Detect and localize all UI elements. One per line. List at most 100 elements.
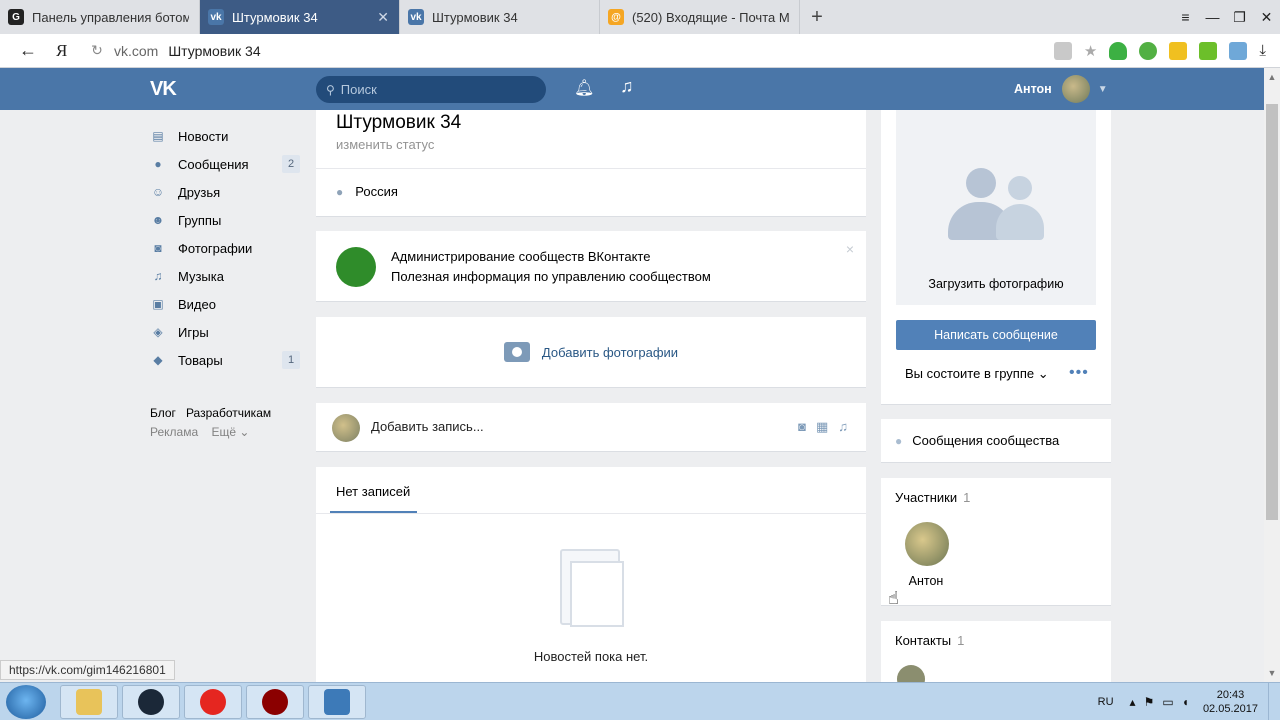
sidebar-item-video[interactable]: ▣ Видео bbox=[150, 290, 300, 318]
more-actions-icon[interactable]: ••• bbox=[1069, 364, 1089, 382]
vk-icon: vk bbox=[208, 9, 224, 25]
taskbar-explorer[interactable] bbox=[60, 685, 118, 719]
user-menu[interactable]: Антон ▼ bbox=[1014, 68, 1108, 110]
contacts-title[interactable]: Контакты 1 bbox=[895, 633, 964, 648]
people-placeholder-body bbox=[996, 204, 1044, 240]
close-tab-icon[interactable]: ✕ bbox=[377, 9, 389, 26]
sidebar-item-music[interactable]: ♫ Музыка bbox=[150, 262, 300, 290]
avatar[interactable] bbox=[905, 522, 949, 566]
volume-icon[interactable]: ◖ bbox=[1182, 695, 1189, 709]
tab-mail[interactable]: @ (520) Входящие - Почта Ма bbox=[600, 0, 800, 34]
restore-icon[interactable]: ❐ bbox=[1226, 9, 1253, 26]
tab-title: (520) Входящие - Почта Ма bbox=[632, 9, 789, 25]
send-message-button[interactable]: Написать сообщение bbox=[896, 320, 1096, 350]
avatar[interactable] bbox=[897, 665, 925, 682]
tab-bot-panel[interactable]: G Панель управления ботом bbox=[0, 0, 200, 34]
add-photos-label: Добавить фотографии bbox=[541, 344, 679, 360]
show-desktop-button[interactable] bbox=[1268, 683, 1280, 720]
add-post-box[interactable]: Добавить запись... ◙ ▦ ♫ bbox=[316, 403, 866, 452]
yandex-logo-icon[interactable]: Я bbox=[56, 41, 80, 61]
developers-link[interactable]: Разработчикам bbox=[186, 406, 271, 420]
upload-photo-link[interactable]: Загрузить фотографию bbox=[896, 277, 1096, 291]
music-note-icon[interactable]: ♫ bbox=[620, 76, 634, 97]
community-admin-icon bbox=[336, 247, 376, 287]
reload-icon[interactable]: ↻ bbox=[80, 42, 114, 59]
taskbar-control-panel[interactable] bbox=[308, 685, 366, 719]
page-scrollbar[interactable]: ▲ ▼ bbox=[1264, 68, 1280, 682]
camera-icon[interactable]: ◙ bbox=[798, 419, 806, 435]
friends-icon: ☺ bbox=[151, 185, 165, 199]
taskbar-recorder[interactable] bbox=[246, 685, 304, 719]
search-icon: ⚲ bbox=[326, 82, 335, 97]
screenshot-extension-icon[interactable] bbox=[1229, 41, 1248, 60]
search-placeholder: Поиск bbox=[340, 82, 377, 97]
sidebar-item-goods[interactable]: ◆ Товары 1 bbox=[150, 346, 300, 374]
people-placeholder-icon bbox=[966, 168, 996, 198]
clock[interactable]: 20:43 02.05.2017 bbox=[1203, 688, 1258, 716]
taskbar-yandex[interactable] bbox=[184, 685, 242, 719]
member-name[interactable]: Антон bbox=[895, 574, 957, 588]
flag-icon[interactable]: ⚑ bbox=[1144, 695, 1155, 709]
group-photo-placeholder[interactable] bbox=[896, 110, 1096, 305]
menu-icon[interactable]: ≡ bbox=[1172, 9, 1199, 25]
system-tray: RU ▴ ⚑ ▭ ◖ 20:43 02.05.2017 bbox=[1098, 683, 1280, 720]
extension-yellow-icon[interactable] bbox=[1169, 41, 1188, 60]
members-title[interactable]: Участники 1 bbox=[895, 490, 970, 505]
scroll-up-icon[interactable]: ▲ bbox=[1264, 72, 1280, 82]
tab-shturmovik-active[interactable]: vk Штурмовик 34 ✕ bbox=[200, 0, 400, 34]
extension-q-icon[interactable] bbox=[1139, 41, 1158, 60]
back-arrow-icon[interactable]: ← bbox=[0, 40, 56, 61]
photos-icon: ◙ bbox=[154, 241, 162, 255]
sidebar-item-groups[interactable]: ☻ Группы bbox=[150, 206, 300, 234]
downloads-icon[interactable]: ⤓ bbox=[1259, 42, 1266, 59]
close-icon[interactable]: × bbox=[846, 241, 854, 257]
ads-link[interactable]: Реклама bbox=[150, 425, 198, 439]
sidebar-item-messages[interactable]: ● Сообщения 2 bbox=[150, 150, 300, 178]
start-button-icon[interactable] bbox=[6, 685, 46, 719]
network-icon[interactable]: ▭ bbox=[1162, 695, 1173, 709]
url-domain[interactable]: vk.com bbox=[114, 43, 158, 59]
add-photos-button[interactable]: Добавить фотографии bbox=[316, 317, 866, 388]
blog-link[interactable]: Блог bbox=[150, 406, 176, 420]
news-icon: ▤ bbox=[152, 129, 164, 143]
minimize-icon[interactable]: — bbox=[1199, 9, 1226, 25]
close-window-icon[interactable]: ✕ bbox=[1253, 9, 1280, 26]
sidebar-item-news[interactable]: ▤ Новости bbox=[150, 122, 300, 150]
tab-shturmovik[interactable]: vk Штурмовик 34 bbox=[400, 0, 600, 34]
post-attachments: ◙ ▦ ♫ bbox=[798, 419, 848, 435]
sidebar-item-photos[interactable]: ◙ Фотографии bbox=[150, 234, 300, 262]
music-note-icon[interactable]: ♫ bbox=[838, 419, 848, 435]
vk-logo-icon[interactable]: VK bbox=[150, 78, 184, 100]
groups-icon: ☻ bbox=[151, 213, 165, 227]
language-indicator[interactable]: RU bbox=[1098, 696, 1114, 708]
sidebar-item-games[interactable]: ◈ Игры bbox=[150, 318, 300, 346]
tray-expand-icon[interactable]: ▴ bbox=[1130, 695, 1136, 709]
location-pin-icon: ● bbox=[336, 184, 344, 199]
bookmark-star-icon[interactable]: ★ bbox=[1084, 42, 1097, 60]
tab-no-posts[interactable]: Нет записей bbox=[336, 484, 410, 499]
search-input[interactable]: ⚲ Поиск bbox=[316, 76, 546, 103]
more-link[interactable]: Ещё bbox=[211, 425, 236, 439]
tab-title: Штурмовик 34 bbox=[432, 9, 518, 25]
shield-extension-icon[interactable] bbox=[1109, 41, 1128, 60]
add-post-input[interactable]: Добавить запись... bbox=[371, 419, 484, 434]
change-status-link[interactable]: изменить статус bbox=[336, 137, 434, 152]
scrollbar-thumb[interactable] bbox=[1266, 104, 1278, 520]
scroll-down-icon[interactable]: ▼ bbox=[1264, 668, 1280, 678]
lock-icon[interactable] bbox=[1053, 41, 1072, 60]
new-tab-button[interactable]: + bbox=[800, 0, 834, 34]
download-extension-icon[interactable] bbox=[1199, 41, 1218, 60]
url-page-title[interactable]: Штурмовик 34 bbox=[168, 43, 260, 59]
group-photo-block: Загрузить фотографию Написать сообщение … bbox=[881, 110, 1111, 405]
membership-dropdown[interactable]: Вы состоите в группе ⌄ bbox=[905, 366, 1049, 382]
admin-notice[interactable]: Администрирование сообществ ВКонтакте По… bbox=[316, 231, 866, 302]
notifications-bell-icon[interactable]: 🔔︎ bbox=[574, 78, 594, 98]
video-icon[interactable]: ▦ bbox=[816, 419, 828, 435]
sidebar-item-friends[interactable]: ☺ Друзья bbox=[150, 178, 300, 206]
mail-icon: @ bbox=[608, 9, 624, 25]
community-messages-link[interactable]: ● Сообщения сообщества bbox=[881, 419, 1111, 463]
browser-tab-strip: G Панель управления ботом vk Штурмовик 3… bbox=[0, 0, 1280, 34]
taskbar-steam[interactable] bbox=[122, 685, 180, 719]
contacts-label: Контакты bbox=[895, 633, 952, 648]
members-block: Участники 1 Антон bbox=[881, 478, 1111, 606]
